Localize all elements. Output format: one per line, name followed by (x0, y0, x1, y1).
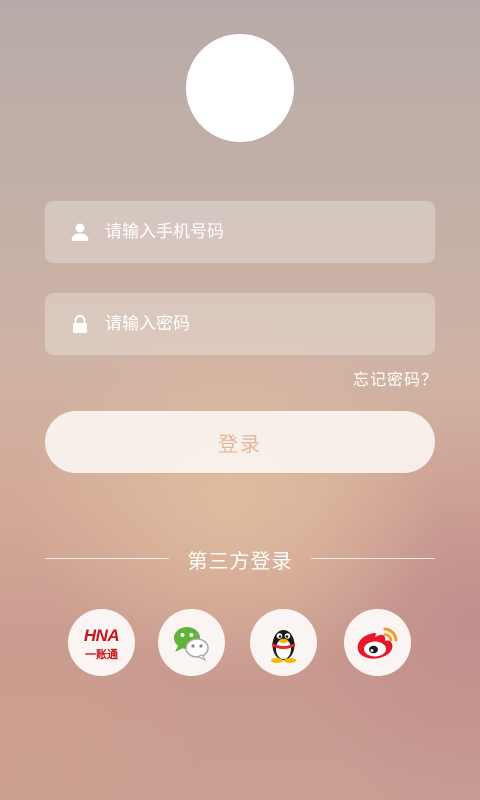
password-input[interactable] (105, 293, 415, 355)
lock-icon (73, 315, 87, 333)
qq-login-button[interactable] (250, 609, 317, 676)
phone-input[interactable] (105, 201, 415, 263)
avatar[interactable] (186, 34, 294, 142)
hna-login-button[interactable]: HNA 一账通 (68, 609, 135, 676)
forgot-password-link[interactable]: 忘记密码？ (353, 366, 438, 390)
login-button[interactable]: 登录 (45, 411, 435, 473)
weibo-icon (357, 627, 398, 659)
hna-logo-subtitle: 一账通 (85, 648, 118, 661)
divider-left (45, 558, 169, 559)
wechat-icon (174, 627, 209, 662)
user-icon (71, 223, 89, 241)
wechat-login-button[interactable] (158, 609, 225, 676)
password-field[interactable] (45, 293, 435, 355)
divider-right (311, 558, 435, 559)
weibo-login-button[interactable] (344, 609, 411, 676)
qq-penguin-icon (271, 630, 296, 663)
phone-field[interactable] (45, 201, 435, 263)
hna-logo-icon: HNA (83, 626, 120, 645)
third-party-login-title: 第三方登录 (187, 549, 293, 573)
